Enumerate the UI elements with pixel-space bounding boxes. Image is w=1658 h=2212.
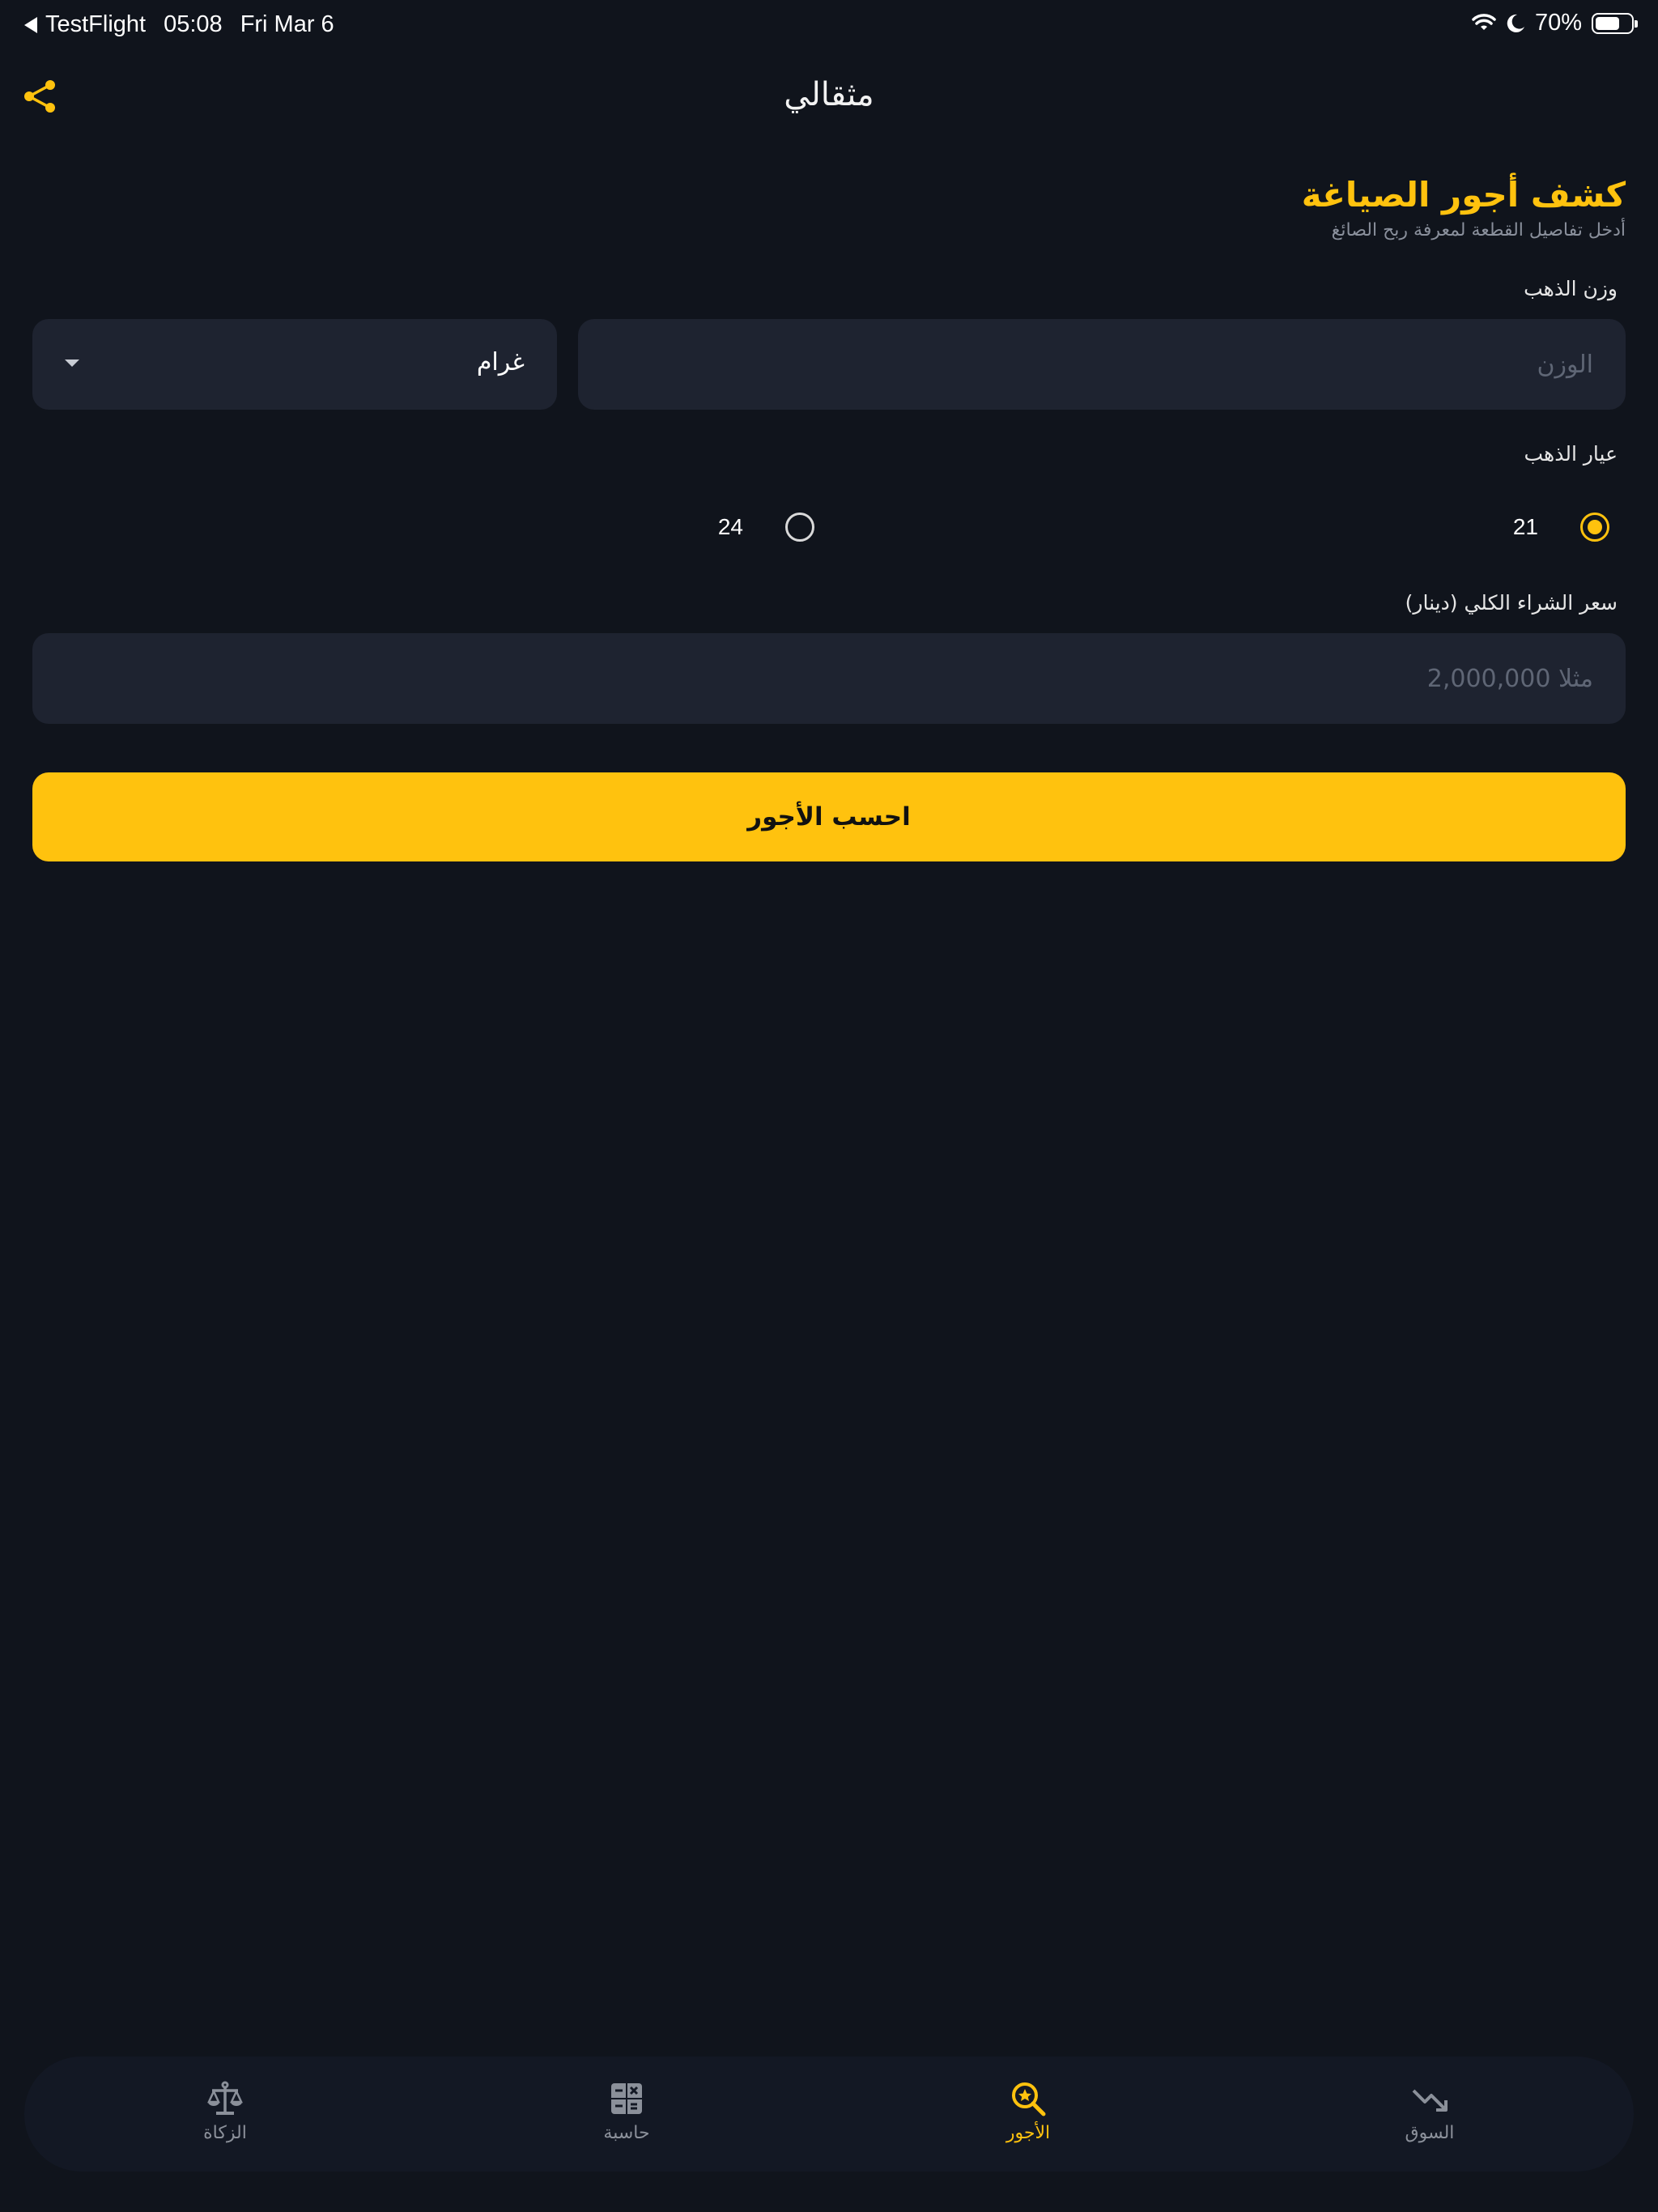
form-title: كشف أجور الصياغة <box>1301 175 1626 215</box>
status-date: Fri Mar 6 <box>240 11 334 37</box>
status-left: TestFlight 05:08 Fri Mar 6 <box>24 11 352 38</box>
app-title: مثقالي <box>784 76 874 113</box>
price-placeholder: مثلا 2,000,000 <box>1426 664 1593 693</box>
karat-option-21[interactable]: 21 <box>1513 513 1609 542</box>
radio-unselected-icon[interactable] <box>785 513 814 542</box>
nav-item-calculator[interactable]: حاسبة <box>546 2057 708 2172</box>
chevron-down-icon <box>65 359 79 367</box>
price-input[interactable]: مثلا 2,000,000 <box>32 633 1626 724</box>
nav-item-wages[interactable]: الأجور <box>947 2057 1109 2172</box>
weight-placeholder: الوزن <box>1537 350 1594 379</box>
form-subtitle: أدخل تفاصيل القطعة لمعرفة ربح الصائغ <box>1331 220 1626 240</box>
status-time: 05:08 <box>164 11 223 37</box>
battery-fill <box>1596 16 1620 30</box>
weight-label: وزن الذهب <box>1524 277 1618 300</box>
status-right: 70% <box>1462 10 1638 36</box>
karat-label: عيار الذهب <box>1524 442 1618 466</box>
karat-option-label: 24 <box>717 514 743 539</box>
back-app-label[interactable]: TestFlight <box>45 11 146 38</box>
nav-label: حاسبة <box>603 2123 650 2143</box>
status-bar: TestFlight 05:08 Fri Mar 6 70% <box>0 0 1658 52</box>
weight-input[interactable]: الوزن <box>578 319 1626 410</box>
unit-value: غرام <box>476 348 525 376</box>
unit-dropdown[interactable]: غرام <box>32 319 557 410</box>
bottom-nav: الزكاة حاسبة الأجور السوق <box>24 2057 1634 2172</box>
back-arrow-icon[interactable] <box>24 16 37 33</box>
nav-label: الزكاة <box>203 2123 247 2143</box>
calculator-icon <box>611 2083 642 2114</box>
nav-label: السوق <box>1405 2123 1455 2143</box>
nav-item-zakat[interactable]: الزكاة <box>144 2057 306 2172</box>
scale-icon <box>207 2081 243 2115</box>
karat-option-24[interactable]: 24 <box>718 513 814 542</box>
search-star-icon <box>1012 2082 1046 2116</box>
battery-icon <box>1592 12 1638 34</box>
calculate-wages-button[interactable]: احسب الأجور <box>32 772 1626 861</box>
wifi-icon <box>1472 13 1496 30</box>
karat-option-label: 21 <box>1512 514 1538 539</box>
nav-item-market[interactable]: السوق <box>1349 2057 1511 2172</box>
app-header: مثقالي <box>0 65 1658 130</box>
battery-percent: 70% <box>1534 10 1582 36</box>
price-label: سعر الشراء الكلي (دينار) <box>1405 591 1618 615</box>
nav-label: الأجور <box>1005 2123 1051 2143</box>
radio-selected-icon[interactable] <box>1580 513 1609 542</box>
trending-down-icon <box>1412 2089 1448 2112</box>
moon-icon <box>1507 14 1524 32</box>
